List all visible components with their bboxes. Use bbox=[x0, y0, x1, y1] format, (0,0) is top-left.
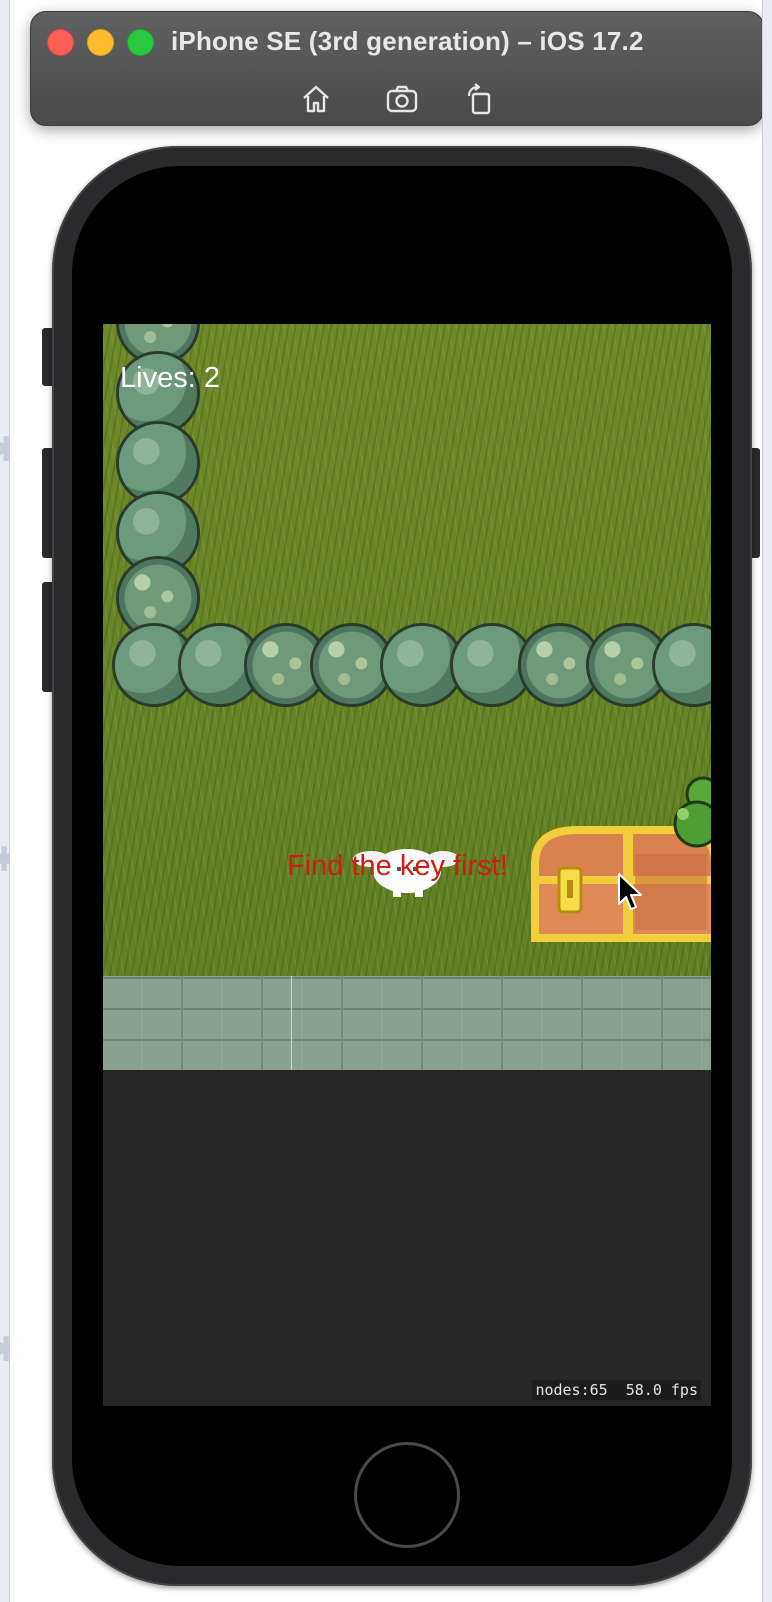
minimize-window-button[interactable] bbox=[87, 29, 114, 56]
device-screen[interactable]: Lives: 2 Find the key first! nodes:65 58… bbox=[103, 324, 711, 1406]
wall-divider bbox=[291, 976, 292, 1070]
bush bbox=[453, 626, 531, 704]
bush bbox=[521, 626, 599, 704]
hint-message: Find the key first! bbox=[287, 850, 508, 882]
zoom-window-button[interactable] bbox=[127, 29, 154, 56]
simulator-window: iPhone SE (3rd generation) – iOS 17.2 Li… bbox=[10, 0, 762, 1602]
bush bbox=[119, 424, 197, 502]
close-window-button[interactable] bbox=[47, 29, 74, 56]
rotate-button[interactable] bbox=[463, 82, 497, 116]
home-icon bbox=[303, 85, 329, 113]
bush bbox=[383, 626, 461, 704]
screenshot-icon bbox=[386, 85, 418, 113]
screenshot-button[interactable] bbox=[385, 82, 419, 116]
rotate-icon bbox=[467, 83, 491, 115]
window-title: iPhone SE (3rd generation) – iOS 17.2 bbox=[171, 26, 644, 56]
lives-counter: Lives: 2 bbox=[120, 362, 220, 394]
frog-sprite bbox=[673, 776, 711, 848]
node-count: nodes:65 bbox=[535, 1381, 608, 1399]
window-titlebar[interactable]: iPhone SE (3rd generation) – iOS 17.2 bbox=[30, 11, 762, 126]
device-home-button[interactable] bbox=[354, 1442, 460, 1548]
game-scene[interactable]: Lives: 2 Find the key first! bbox=[103, 324, 711, 1070]
bush bbox=[313, 626, 391, 704]
fps-readout: 58.0 fps bbox=[625, 1381, 698, 1399]
bush bbox=[655, 626, 711, 704]
mouse-cursor-icon bbox=[618, 873, 642, 910]
home-button[interactable] bbox=[299, 82, 333, 116]
debug-stats: nodes:65 58.0 fps bbox=[532, 1380, 701, 1400]
stone-wall bbox=[103, 976, 711, 1070]
